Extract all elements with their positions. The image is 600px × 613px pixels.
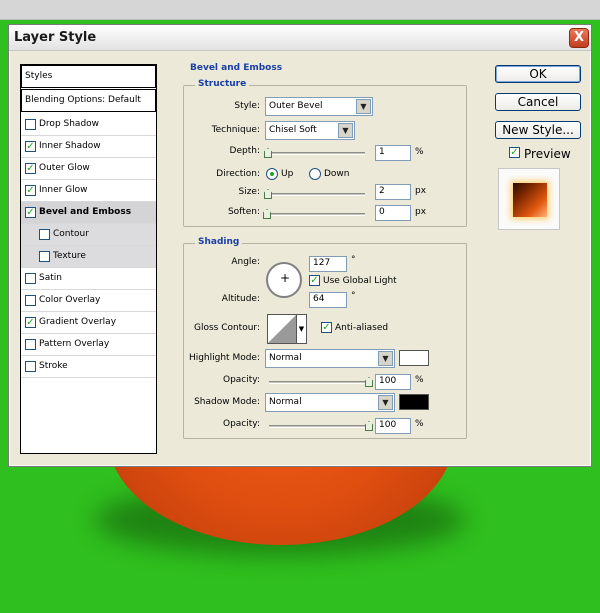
- style-select[interactable]: Outer Bevel ▼: [265, 97, 373, 116]
- shadow-opacity-input[interactable]: 100: [375, 418, 411, 434]
- preview-thumbnail: [513, 183, 547, 217]
- style-checkbox[interactable]: ✓: [25, 141, 36, 152]
- highlight-opacity-unit: %: [415, 375, 424, 385]
- shadow-mode-select[interactable]: Normal ▼: [265, 393, 395, 412]
- angle-unit: °: [351, 255, 356, 265]
- altitude-input[interactable]: 64: [309, 292, 347, 308]
- structure-title: Structure: [195, 79, 250, 89]
- angle-input[interactable]: 127: [309, 256, 347, 272]
- chevron-down-icon: ▼: [338, 123, 353, 138]
- soften-slider[interactable]: [267, 213, 365, 216]
- gloss-contour-picker[interactable]: [267, 314, 297, 344]
- list-item-outer-glow[interactable]: ✓ Outer Glow: [21, 158, 156, 180]
- bevel-emboss-title: Bevel and Emboss: [187, 63, 286, 73]
- style-checkbox[interactable]: ✓: [25, 317, 36, 328]
- shadow-mode-label: Shadow Mode:: [194, 397, 260, 407]
- soften-label: Soften:: [227, 207, 260, 217]
- list-item-contour[interactable]: Contour: [21, 224, 156, 246]
- ok-button[interactable]: OK: [495, 65, 581, 83]
- preview-label: Preview: [524, 147, 571, 161]
- style-checkbox[interactable]: [25, 273, 36, 284]
- styles-list: Styles Blending Options: Default Drop Sh…: [20, 64, 157, 454]
- close-button[interactable]: X: [569, 28, 589, 48]
- preview-checkbox[interactable]: ✓: [509, 147, 520, 158]
- highlight-opacity-input[interactable]: 100: [375, 374, 411, 390]
- canvas-top-strip: [0, 0, 600, 20]
- style-checkbox[interactable]: [39, 251, 50, 262]
- depth-slider[interactable]: [267, 152, 365, 155]
- altitude-unit: °: [351, 291, 356, 301]
- soften-unit: px: [415, 207, 427, 217]
- list-item-bevel-and-emboss[interactable]: ✓ Bevel and Emboss: [21, 202, 156, 224]
- soften-input[interactable]: 0: [375, 205, 411, 221]
- highlight-color-swatch[interactable]: [399, 350, 429, 366]
- style-checkbox[interactable]: [25, 339, 36, 350]
- angle-label: Angle:: [231, 257, 260, 267]
- list-item-satin[interactable]: Satin: [21, 268, 156, 290]
- dialog-title: Layer Style: [14, 30, 97, 45]
- style-checkbox[interactable]: [25, 295, 36, 306]
- size-label: Size:: [238, 187, 260, 197]
- list-item-drop-shadow[interactable]: Drop Shadow: [21, 114, 156, 136]
- layer-style-dialog: Layer Style X Styles Blending Options: D…: [8, 24, 592, 467]
- close-icon: X: [573, 30, 585, 45]
- direction-down-label: Down: [324, 169, 350, 179]
- title-bar[interactable]: Layer Style X: [9, 25, 591, 51]
- highlight-opacity-slider[interactable]: [269, 381, 369, 384]
- depth-input[interactable]: 1: [375, 145, 411, 161]
- list-item-color-overlay[interactable]: Color Overlay: [21, 290, 156, 312]
- list-item-inner-glow[interactable]: ✓ Inner Glow: [21, 180, 156, 202]
- size-input[interactable]: 2: [375, 184, 411, 200]
- chevron-down-icon: ▼: [378, 351, 393, 366]
- angle-dial[interactable]: [266, 262, 302, 298]
- depth-label: Depth:: [229, 146, 260, 156]
- size-slider[interactable]: [267, 193, 365, 196]
- direction-up-label: Up: [281, 169, 294, 179]
- shading-title: Shading: [195, 237, 243, 247]
- shadow-color-swatch[interactable]: [399, 394, 429, 410]
- list-item-pattern-overlay[interactable]: Pattern Overlay: [21, 334, 156, 356]
- new-style-button[interactable]: New Style...: [495, 121, 581, 139]
- style-checkbox[interactable]: ✓: [25, 185, 36, 196]
- gloss-contour-label: Gloss Contour:: [193, 323, 260, 333]
- style-checkbox[interactable]: ✓: [25, 163, 36, 174]
- technique-select[interactable]: Chisel Soft ▼: [265, 121, 355, 140]
- style-checkbox[interactable]: ✓: [25, 207, 36, 218]
- list-item-inner-shadow[interactable]: ✓ Inner Shadow: [21, 136, 156, 158]
- shadow-opacity-slider[interactable]: [269, 425, 369, 428]
- style-checkbox[interactable]: [25, 119, 36, 130]
- highlight-mode-label: Highlight Mode:: [188, 353, 260, 363]
- global-light-checkbox[interactable]: ✓: [309, 275, 320, 286]
- highlight-mode-select[interactable]: Normal ▼: [265, 349, 395, 368]
- list-item-styles-header[interactable]: Styles: [21, 65, 156, 88]
- highlight-opacity-label: Opacity:: [223, 375, 260, 385]
- style-preview: [498, 168, 560, 230]
- technique-label: Technique:: [211, 125, 260, 135]
- list-item-texture[interactable]: Texture: [21, 246, 156, 268]
- style-label: Style:: [234, 101, 260, 111]
- cancel-button[interactable]: Cancel: [495, 93, 581, 111]
- style-checkbox[interactable]: [39, 229, 50, 240]
- antialiased-checkbox[interactable]: ✓: [321, 322, 332, 333]
- direction-down-radio[interactable]: [309, 168, 321, 180]
- list-item-stroke[interactable]: Stroke: [21, 356, 156, 378]
- depth-unit: %: [415, 147, 424, 157]
- list-item-gradient-overlay[interactable]: ✓ Gradient Overlay: [21, 312, 156, 334]
- shadow-opacity-unit: %: [415, 419, 424, 429]
- style-checkbox[interactable]: [25, 361, 36, 372]
- direction-up-radio[interactable]: [266, 168, 278, 180]
- shadow-opacity-label: Opacity:: [223, 419, 260, 429]
- antialiased-label: Anti-aliased: [335, 323, 389, 333]
- global-light-label: Use Global Light: [323, 276, 397, 286]
- altitude-label: Altitude:: [221, 294, 260, 304]
- size-unit: px: [415, 186, 427, 196]
- chevron-down-icon: ▼: [356, 99, 371, 114]
- chevron-down-icon: ▼: [378, 395, 393, 410]
- direction-label: Direction:: [216, 169, 260, 179]
- chevron-down-icon[interactable]: ▼: [297, 314, 307, 344]
- list-item-blending-options[interactable]: Blending Options: Default: [21, 89, 156, 112]
